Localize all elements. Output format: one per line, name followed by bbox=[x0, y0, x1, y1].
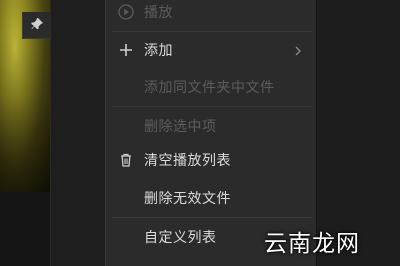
chevron-right-icon bbox=[294, 41, 302, 60]
menu-item-add[interactable]: 添加 bbox=[106, 32, 316, 68]
menu-item-label: 清空播放列表 bbox=[144, 153, 231, 169]
menu-item-delete-invalid[interactable]: 删除无效文件 bbox=[106, 180, 316, 216]
menu-item-add-folder-files[interactable]: 添加同文件夹中文件 bbox=[106, 69, 316, 105]
menu-item-label: 删除选中项 bbox=[144, 119, 217, 135]
menu-item-label: 删除无效文件 bbox=[144, 191, 231, 207]
pin-button[interactable] bbox=[22, 12, 51, 39]
plus-icon bbox=[118, 42, 134, 58]
playlist-panel bbox=[50, 0, 106, 266]
menu-separator bbox=[112, 106, 312, 107]
menu-item-label: 添加 bbox=[144, 43, 173, 59]
menu-item-label: 播放 bbox=[144, 5, 173, 21]
menu-item-label: 自定义列表 bbox=[144, 230, 217, 246]
play-circle-icon bbox=[118, 4, 134, 20]
menu-separator bbox=[112, 217, 312, 218]
left-panel-lower bbox=[0, 192, 50, 266]
watermark-text: 云南龙网 bbox=[264, 231, 360, 257]
menu-item-label: 添加同文件夹中文件 bbox=[144, 80, 275, 96]
menu-item-delete-selected[interactable]: 删除选中项 bbox=[106, 108, 316, 144]
trash-icon bbox=[118, 152, 134, 168]
pin-icon bbox=[30, 16, 44, 35]
menu-item-clear-playlist[interactable]: 清空播放列表 bbox=[106, 142, 316, 178]
menu-item-play[interactable]: 播放 bbox=[106, 0, 316, 30]
